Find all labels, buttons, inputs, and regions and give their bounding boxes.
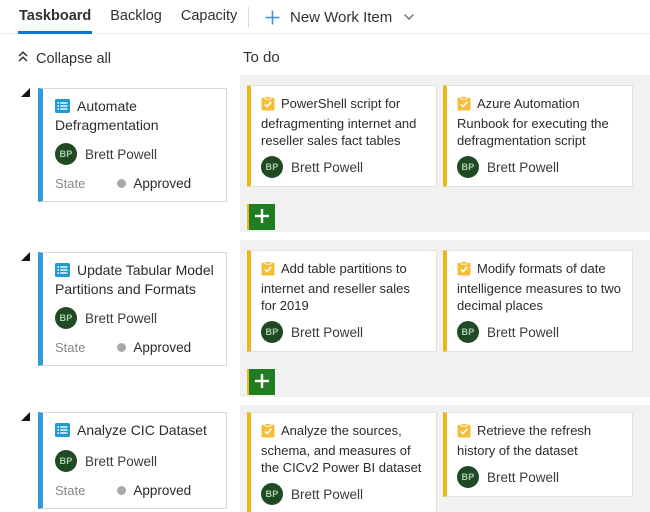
state-row: State Approved <box>55 483 214 498</box>
task-icon <box>261 422 275 442</box>
assignee-name: Brett Powell <box>487 469 560 485</box>
task-title[interactable]: PowerShell script for defragmenting inte… <box>261 95 426 149</box>
toolbar-divider <box>248 7 249 27</box>
user-story-icon <box>55 423 70 441</box>
assignee: BP Brett Powell <box>457 321 622 343</box>
task-card[interactable]: Add table partitions to internet and res… <box>247 250 437 352</box>
state-value[interactable]: Approved <box>117 340 191 355</box>
todo-lane-row-3: Analyze the sources, schema, and measure… <box>240 405 650 512</box>
task-title[interactable]: Azure Automation Runbook for executing t… <box>457 95 622 149</box>
avatar[interactable]: BP <box>55 450 77 472</box>
tab-bar: Taskboard Backlog Capacity New Work Item <box>0 0 650 34</box>
assignee: BP Brett Powell <box>457 156 622 178</box>
add-task-button[interactable] <box>247 204 275 230</box>
state-label: State <box>55 176 86 191</box>
story-title[interactable]: Analyze CIC Dataset <box>55 422 214 441</box>
state-text: Approved <box>133 340 192 355</box>
task-icon <box>457 260 471 280</box>
assignee-name: Brett Powell <box>291 324 364 340</box>
plus-icon <box>255 373 269 391</box>
assignee: BP Brett Powell <box>55 307 214 329</box>
plus-icon <box>255 208 269 226</box>
task-icon <box>261 95 275 115</box>
task-cards-row: Analyze the sources, schema, and measure… <box>247 412 650 512</box>
user-story-icon <box>55 99 70 117</box>
task-icon <box>261 260 275 280</box>
row-expander[interactable] <box>21 88 30 97</box>
assignee-name: Brett Powell <box>291 486 364 502</box>
new-work-item-label: New Work Item <box>290 8 393 26</box>
assignee: BP Brett Powell <box>261 483 426 505</box>
task-cards-row: Add table partitions to internet and res… <box>247 250 650 352</box>
tab-capacity[interactable]: Capacity <box>180 0 238 34</box>
tabs: Taskboard Backlog Capacity <box>0 0 238 34</box>
todo-lane-row-2: Add table partitions to internet and res… <box>240 240 650 397</box>
tab-taskboard[interactable]: Taskboard <box>18 0 93 34</box>
state-dot-icon <box>117 179 127 188</box>
assignee-name: Brett Powell <box>85 453 158 469</box>
assignee: BP Brett Powell <box>55 143 214 165</box>
state-dot-icon <box>117 343 127 352</box>
taskboard-page: Taskboard Backlog Capacity New Work Item… <box>0 0 650 512</box>
assignee-name: Brett Powell <box>85 146 158 162</box>
state-dot-icon <box>117 486 127 495</box>
task-title[interactable]: Analyze the sources, schema, and measure… <box>261 422 426 476</box>
double-chevron-up-icon <box>17 50 29 67</box>
story-card[interactable]: Analyze CIC Dataset BP Brett Powell Stat… <box>38 412 227 509</box>
assignee-name: Brett Powell <box>487 159 560 175</box>
add-task-button[interactable] <box>247 369 275 395</box>
task-cards-row: PowerShell script for defragmenting inte… <box>247 85 650 187</box>
task-card[interactable]: Analyze the sources, schema, and measure… <box>247 412 437 512</box>
avatar[interactable]: BP <box>457 156 479 178</box>
assignee: BP Brett Powell <box>55 450 214 472</box>
avatar[interactable]: BP <box>261 156 283 178</box>
avatar[interactable]: BP <box>261 321 283 343</box>
todo-lane-row-1: PowerShell script for defragmenting inte… <box>240 75 650 232</box>
task-title[interactable]: Modify formats of date intelligence meas… <box>457 260 622 314</box>
assignee-name: Brett Powell <box>487 324 560 340</box>
user-story-icon <box>55 263 70 281</box>
state-value[interactable]: Approved <box>117 176 191 191</box>
task-card[interactable]: Modify formats of date intelligence meas… <box>443 250 633 352</box>
assignee: BP Brett Powell <box>261 321 426 343</box>
task-title[interactable]: Retrieve the refresh history of the data… <box>457 422 622 459</box>
assignee-name: Brett Powell <box>85 310 158 326</box>
story-title[interactable]: Automate Defragmentation <box>55 98 214 134</box>
avatar[interactable]: BP <box>457 466 479 488</box>
row-expander[interactable] <box>21 412 30 421</box>
column-header-todo: To do <box>243 49 280 66</box>
new-work-item-button[interactable]: New Work Item <box>264 3 415 31</box>
story-title[interactable]: Update Tabular Model Partitions and Form… <box>55 262 214 298</box>
state-row: State Approved <box>55 176 214 191</box>
state-label: State <box>55 340 86 355</box>
story-card[interactable]: Update Tabular Model Partitions and Form… <box>38 252 227 366</box>
state-label: State <box>55 483 86 498</box>
avatar[interactable]: BP <box>55 143 77 165</box>
task-card[interactable]: PowerShell script for defragmenting inte… <box>247 85 437 187</box>
state-text: Approved <box>133 483 192 498</box>
avatar[interactable]: BP <box>261 483 283 505</box>
chevron-down-icon <box>403 13 415 21</box>
row-expander[interactable] <box>21 252 30 261</box>
tab-backlog[interactable]: Backlog <box>109 0 163 34</box>
assignee-name: Brett Powell <box>291 159 364 175</box>
collapse-all-label: Collapse all <box>36 50 111 67</box>
avatar[interactable]: BP <box>457 321 479 343</box>
assignee: BP Brett Powell <box>457 466 622 488</box>
state-value[interactable]: Approved <box>117 483 191 498</box>
task-title[interactable]: Add table partitions to internet and res… <box>261 260 426 314</box>
state-text: Approved <box>133 176 192 191</box>
task-card[interactable]: Azure Automation Runbook for executing t… <box>443 85 633 187</box>
story-card[interactable]: Automate Defragmentation BP Brett Powell… <box>38 88 227 202</box>
avatar[interactable]: BP <box>55 307 77 329</box>
collapse-all-button[interactable]: Collapse all <box>17 50 111 67</box>
state-row: State Approved <box>55 340 214 355</box>
task-icon <box>457 95 471 115</box>
task-card[interactable]: Retrieve the refresh history of the data… <box>443 412 633 497</box>
plus-icon <box>264 9 281 26</box>
task-icon <box>457 422 471 442</box>
assignee: BP Brett Powell <box>261 156 426 178</box>
